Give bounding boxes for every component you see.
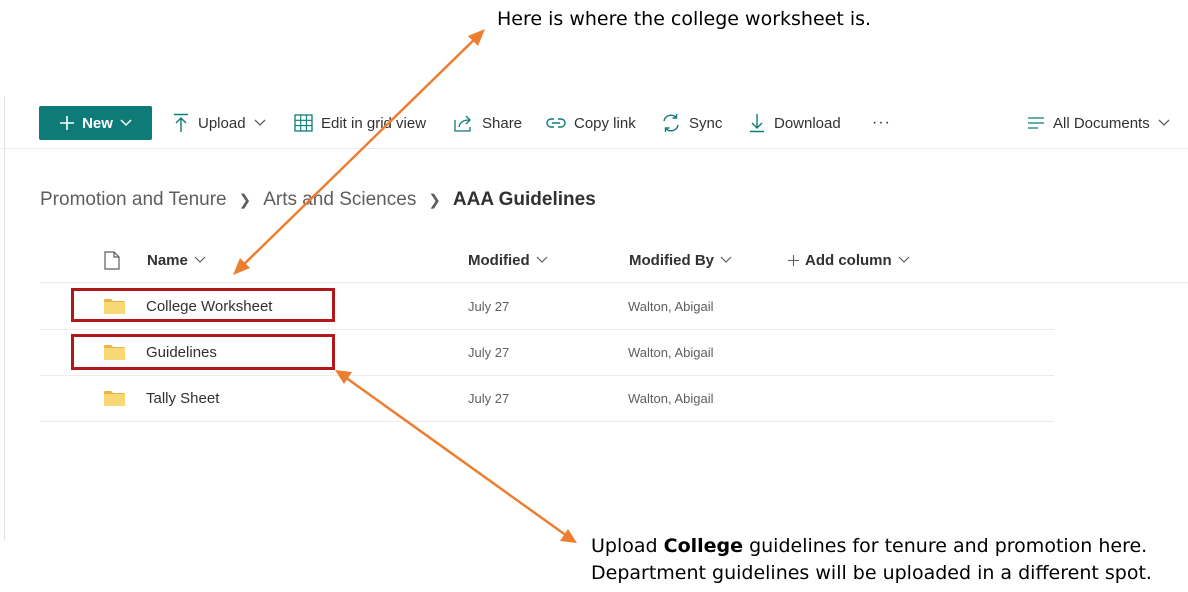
arrow-to-guidelines [336, 370, 576, 543]
arrowhead-bottom-down [560, 529, 577, 543]
annotation-arrows [233, 29, 577, 543]
arrowhead-bottom-up [335, 370, 352, 384]
arrow-to-college-worksheet [234, 30, 484, 274]
